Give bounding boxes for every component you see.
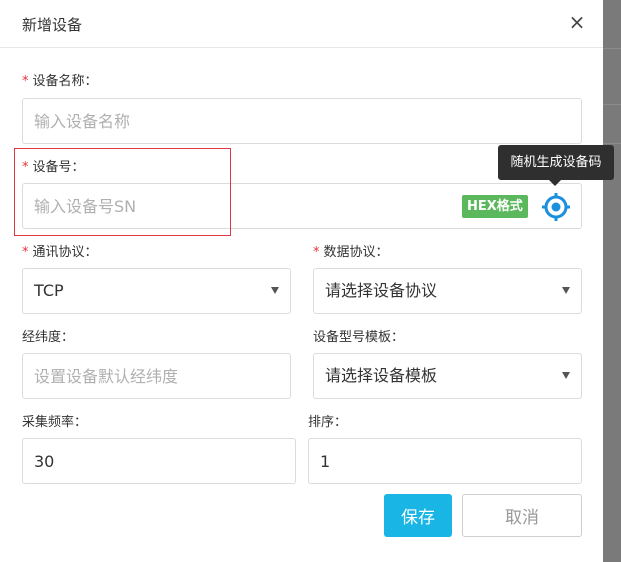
background-page [603,0,621,562]
sort-label: 排序： [308,415,348,430]
model-template-select[interactable]: 请选择设备模板 [313,353,582,399]
close-icon[interactable]: × [566,11,588,33]
frequency-input[interactable] [22,438,296,484]
hex-format-badge: HEX格式 [462,195,528,218]
generate-code-tooltip: 随机生成设备码 [498,145,614,186]
add-device-dialog: 新增设备 × *设备名称： *设备号： HEX格式 随机生成设备码 *通讯协议：… [0,0,614,562]
locate-target-icon[interactable] [541,192,571,222]
coords-label: 经纬度： [22,330,75,345]
caret-down-icon [562,372,570,379]
sort-input[interactable] [308,438,582,484]
data-protocol-select[interactable]: 请选择设备协议 [313,268,582,314]
frequency-label: 采集频率： [22,415,88,430]
caret-down-icon [562,287,570,294]
data-protocol-label: * 数据协议： [313,245,389,260]
coords-input[interactable] [22,353,291,399]
dialog-header: 新增设备 × [0,0,603,48]
device-name-label: * 设备名称： [22,74,98,89]
required-mark: * [22,245,29,260]
model-template-label: 设备型号模板： [313,330,405,345]
caret-down-icon [271,287,279,294]
comm-protocol-select[interactable]: TCP [22,268,291,314]
highlight-annotation [14,148,231,236]
required-mark: * [22,74,29,89]
save-button[interactable]: 保存 [384,494,452,537]
cancel-button[interactable]: 取消 [462,494,582,537]
comm-protocol-label: * 通讯协议： [22,245,98,260]
device-name-input[interactable] [22,98,582,144]
required-mark: * [313,245,320,260]
dialog-title: 新增设备 [22,16,83,34]
